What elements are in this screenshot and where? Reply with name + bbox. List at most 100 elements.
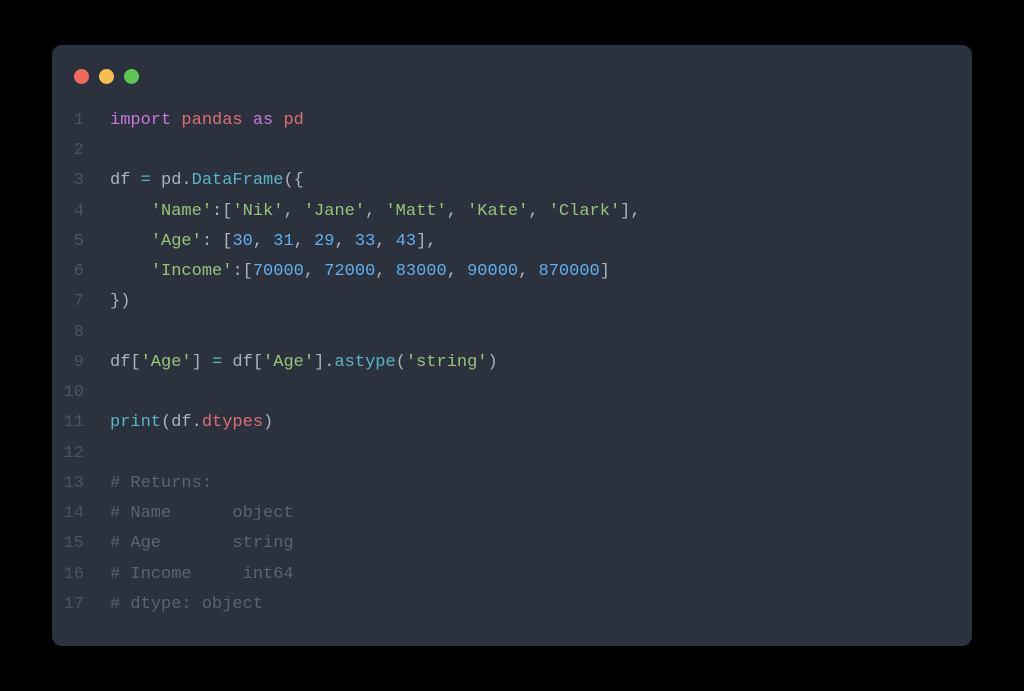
line-number: 7 [52,287,110,317]
code-line: 12 [52,439,950,469]
token-op: = [212,353,222,372]
token-id: ({ [283,171,303,190]
token-id [110,262,151,281]
code-line: 8 [52,318,950,348]
token-num: 29 [314,232,334,251]
token-str: 'Jane' [304,202,365,221]
token-str: 'Age' [141,353,192,372]
token-num: 870000 [539,262,600,281]
token-fn: astype [334,353,395,372]
token-id: ( [396,353,406,372]
token-str: 'Clark' [549,202,620,221]
token-id: df[ [110,353,141,372]
token-id: ], [416,232,436,251]
token-id: ] [600,262,610,281]
code-line: 10 [52,378,950,408]
line-number: 16 [52,560,110,590]
token-str: 'Matt' [385,202,446,221]
token-str: 'Income' [151,262,233,281]
line-content: # Age string [110,529,294,559]
code-line: 16# Income int64 [52,560,950,590]
token-num: 70000 [253,262,304,281]
token-str: 'Kate' [467,202,528,221]
token-kw: import [110,111,171,130]
token-kw: as [253,111,273,130]
token-cmt: # Returns: [110,474,212,493]
token-id: ) [488,353,498,372]
token-id: df[ [222,353,263,372]
token-id: }) [110,292,130,311]
token-str: 'Nik' [232,202,283,221]
line-number: 11 [52,408,110,438]
token-id: (df. [161,413,202,432]
token-str: 'Age' [263,353,314,372]
line-content: # Returns: [110,469,212,499]
token-fn: print [110,413,161,432]
token-id: :[ [212,202,232,221]
line-number: 8 [52,318,110,348]
token-id [110,202,151,221]
token-num: 90000 [467,262,518,281]
token-id: , [375,262,395,281]
token-id: ) [263,413,273,432]
token-cmt: # Name object [110,504,294,523]
token-num: 72000 [324,262,375,281]
line-content: df['Age'] = df['Age'].astype('string') [110,348,498,378]
token-id: , [334,232,354,251]
token-num: 30 [232,232,252,251]
line-content: # Name object [110,499,294,529]
code-line: 5 'Age': [30, 31, 29, 33, 43], [52,227,950,257]
token-cmt: # dtype: object [110,595,263,614]
code-window: 1import pandas as pd23df = pd.DataFrame(… [52,45,972,646]
code-line: 13# Returns: [52,469,950,499]
token-cmt: # Age string [110,534,294,553]
line-number: 17 [52,590,110,620]
zoom-icon[interactable] [124,69,139,84]
code-line: 7}) [52,287,950,317]
token-id: , [253,232,273,251]
token-id: pd. [151,171,192,190]
code-line: 17# dtype: object [52,590,950,620]
window-titlebar [52,65,972,106]
code-block: 1import pandas as pd23df = pd.DataFrame(… [52,106,972,620]
code-line: 9df['Age'] = df['Age'].astype('string') [52,348,950,378]
token-num: 43 [396,232,416,251]
token-str: 'Age' [151,232,202,251]
code-line: 1import pandas as pd [52,106,950,136]
token-fn: DataFrame [192,171,284,190]
line-number: 6 [52,257,110,287]
token-num: 83000 [396,262,447,281]
token-id: , [447,262,467,281]
line-content: }) [110,287,130,317]
token-mod: pd [283,111,303,130]
token-id: ], [620,202,640,221]
line-number: 5 [52,227,110,257]
line-content: 'Income':[70000, 72000, 83000, 90000, 87… [110,257,610,287]
close-icon[interactable] [74,69,89,84]
token-id [110,232,151,251]
token-id: : [ [202,232,233,251]
token-id: , [365,202,385,221]
code-line: 4 'Name':['Nik', 'Jane', 'Matt', 'Kate',… [52,197,950,227]
line-number: 3 [52,166,110,196]
line-content: # dtype: object [110,590,263,620]
code-line: 3df = pd.DataFrame({ [52,166,950,196]
line-content: df = pd.DataFrame({ [110,166,304,196]
token-id: df [110,171,141,190]
line-content: 'Age': [30, 31, 29, 33, 43], [110,227,437,257]
token-str: 'string' [406,353,488,372]
line-content: print(df.dtypes) [110,408,273,438]
minimize-icon[interactable] [99,69,114,84]
token-id: , [375,232,395,251]
line-number: 4 [52,197,110,227]
token-mod: pandas [181,111,242,130]
code-line: 14# Name object [52,499,950,529]
token-id: , [447,202,467,221]
code-line: 2 [52,136,950,166]
line-number: 9 [52,348,110,378]
line-number: 15 [52,529,110,559]
line-number: 14 [52,499,110,529]
line-content: import pandas as pd [110,106,304,136]
code-line: 11print(df.dtypes) [52,408,950,438]
token-id: , [304,262,324,281]
